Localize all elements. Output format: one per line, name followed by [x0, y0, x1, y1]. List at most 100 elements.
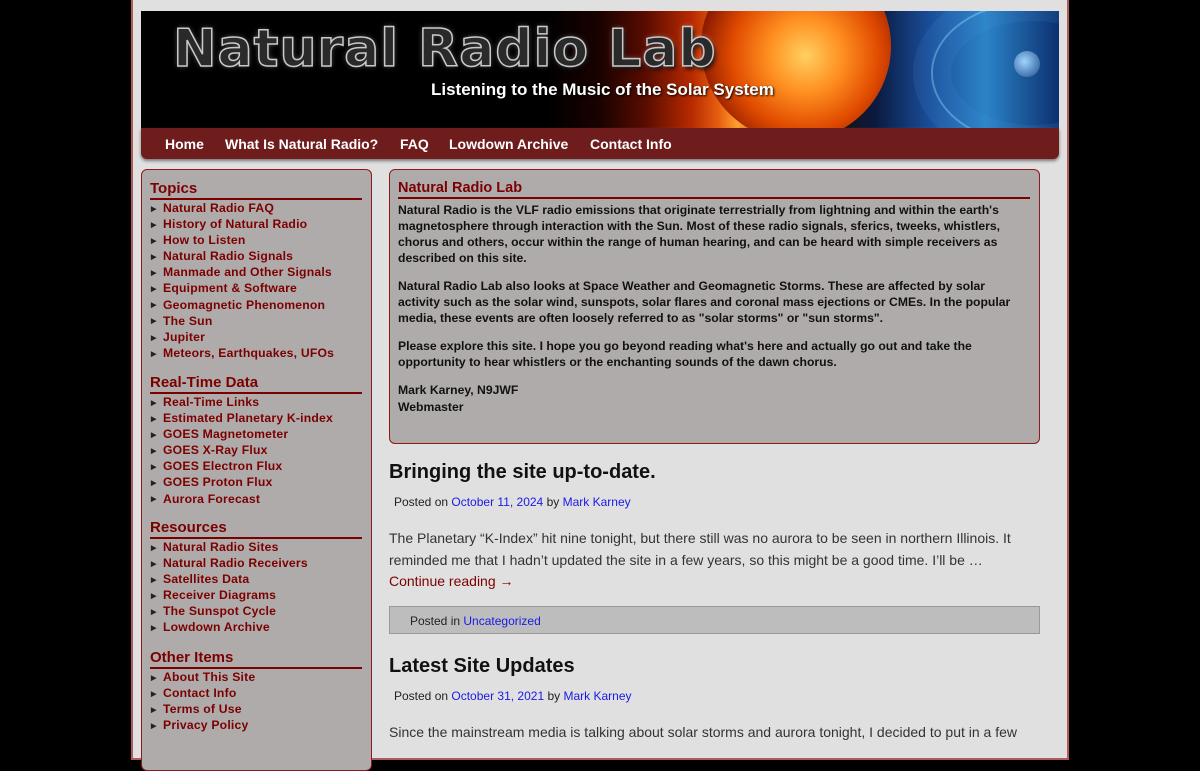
post-title[interactable]: Bringing the site up-to-date.	[389, 461, 656, 484]
post-author-link[interactable]: Mark Karney	[564, 689, 632, 703]
earth-graphic	[1014, 51, 1040, 77]
sidebar-item-goes-proton[interactable]: ▶ GOES Proton Flux	[151, 475, 333, 491]
intro-box: Natural Radio Lab Natural Radio is the V…	[389, 169, 1040, 444]
post-excerpt: Since the mainstream media is talking ab…	[389, 724, 1018, 740]
bullet-icon: ▶	[151, 560, 157, 568]
post-excerpt: The Planetary “K-Index” hit nine tonight…	[389, 530, 1011, 568]
bullet-icon: ▶	[151, 674, 157, 682]
nav-home[interactable]: Home	[165, 136, 204, 152]
sidebar-item-how-to-listen[interactable]: ▶ How to Listen	[151, 233, 334, 249]
realtime-list: ▶ Real-Time Links ▶ Estimated Planetary K-…	[151, 395, 333, 508]
bullet-icon: ▶	[151, 318, 157, 326]
sidebar-item-about[interactable]: ▶ About This Site	[151, 670, 255, 686]
bullet-icon: ▶	[151, 480, 157, 488]
bullet-icon: ▶	[151, 270, 157, 278]
signature-role: Webmaster	[398, 400, 464, 414]
site-tagline: Listening to the Music of the Solar Syst…	[431, 80, 774, 99]
bullet-icon: ▶	[151, 609, 157, 617]
other-items-list: ▶ About This Site ▶ Contact Info ▶ Terms of…	[151, 670, 255, 734]
bullet-icon: ▶	[151, 237, 157, 245]
post-category: Posted in Uncategorized	[410, 614, 541, 628]
sidebar-item-goes-electron[interactable]: ▶ GOES Electron Flux	[151, 459, 333, 475]
bullet-icon: ▶	[151, 448, 157, 456]
bullet-icon: ▶	[151, 286, 157, 294]
sidebar-item-jupiter[interactable]: ▶ Jupiter	[151, 330, 334, 346]
nav-contact-info[interactable]: Contact Info	[590, 136, 672, 152]
sidebar-item-terms[interactable]: ▶ Terms of Use	[151, 702, 255, 718]
sidebar-item-the-sun[interactable]: ▶ The Sun	[151, 314, 334, 330]
bullet-icon: ▶	[151, 706, 157, 714]
magnetosphere-graphic	[931, 11, 1059, 128]
bullet-icon: ▶	[151, 302, 157, 310]
sidebar-heading-realtime: Real-Time Data	[150, 374, 362, 394]
sidebar: Topics ▶ Natural Radio FAQ ▶ History of Na…	[141, 169, 372, 771]
main-navigation: Home What Is Natural Radio? FAQ Lowdown …	[141, 128, 1059, 159]
intro-title: Natural Radio Lab	[398, 180, 1030, 199]
bullet-icon: ▶	[151, 431, 157, 439]
nav-faq[interactable]: FAQ	[400, 136, 429, 152]
post-meta: Posted on October 31, 2021 by Mark Karne…	[394, 689, 632, 703]
nav-what-is-natural-radio[interactable]: What Is Natural Radio?	[225, 136, 378, 152]
signature-name: Mark Karney, N9JWF	[398, 383, 519, 397]
site-title[interactable]: Natural Radio Lab	[172, 18, 717, 80]
post-author-link[interactable]: Mark Karney	[563, 495, 631, 509]
category-link[interactable]: Uncategorized	[463, 614, 540, 628]
sidebar-item-aurora-forecast[interactable]: ▶ Aurora Forecast	[151, 492, 333, 508]
sidebar-item-satellites-data[interactable]: ▶ Satellites Data	[151, 572, 308, 588]
post-date-link[interactable]: October 11, 2024	[451, 495, 543, 509]
sidebar-item-natural-radio-faq[interactable]: ▶ Natural Radio FAQ	[151, 201, 334, 217]
sidebar-item-goes-xray[interactable]: ▶ GOES X-Ray Flux	[151, 443, 333, 459]
sun-graphic	[701, 11, 891, 128]
intro-paragraph-2: Natural Radio Lab also looks at Space We…	[398, 279, 1011, 325]
bullet-icon: ▶	[151, 399, 157, 407]
resources-list: ▶ Natural Radio Sites ▶ Natural Radio Rece…	[151, 540, 308, 637]
post-title[interactable]: Latest Site Updates	[389, 655, 575, 678]
bullet-icon: ▶	[151, 334, 157, 342]
nav-lowdown-archive[interactable]: Lowdown Archive	[449, 136, 568, 152]
bullet-icon: ▶	[151, 690, 157, 698]
sidebar-item-geomagnetic[interactable]: ▶ Geomagnetic Phenomenon	[151, 298, 334, 314]
sidebar-heading-other: Other Items	[150, 649, 362, 669]
sidebar-heading-topics: Topics	[150, 180, 362, 200]
bullet-icon: ▶	[151, 254, 157, 262]
sidebar-item-history[interactable]: ▶ History of Natural Radio	[151, 217, 334, 233]
by-label: by	[547, 689, 561, 703]
sidebar-item-equipment[interactable]: ▶ Equipment & Software	[151, 281, 334, 297]
sidebar-item-privacy[interactable]: ▶ Privacy Policy	[151, 718, 255, 734]
bullet-icon: ▶	[151, 350, 157, 358]
topics-list: ▶ Natural Radio FAQ ▶ History of Natural R…	[151, 201, 334, 362]
bullet-icon: ▶	[151, 544, 157, 552]
bullet-icon: ▶	[151, 576, 157, 584]
sidebar-item-k-index[interactable]: ▶ Estimated Planetary K-index	[151, 411, 333, 427]
bullet-icon: ▶	[151, 464, 157, 472]
sidebar-item-meteors[interactable]: ▶ Meteors, Earthquakes, UFOs	[151, 346, 334, 362]
intro-paragraph-1: Natural Radio is the VLF radio emissions…	[398, 203, 1001, 265]
intro-paragraph-3: Please explore this site. I hope you go …	[398, 339, 972, 369]
sidebar-item-radio-sites[interactable]: ▶ Natural Radio Sites	[151, 540, 308, 556]
bullet-icon: ▶	[151, 625, 157, 633]
bullet-icon: ▶	[151, 593, 157, 601]
sidebar-item-contact[interactable]: ▶ Contact Info	[151, 686, 255, 702]
by-label: by	[546, 495, 560, 509]
sidebar-item-radio-receivers[interactable]: ▶ Natural Radio Receivers	[151, 556, 308, 572]
sidebar-item-signals[interactable]: ▶ Natural Radio Signals	[151, 249, 334, 265]
sidebar-item-goes-magnetometer[interactable]: ▶ GOES Magnetometer	[151, 427, 333, 443]
sidebar-item-manmade-signals[interactable]: ▶ Manmade and Other Signals	[151, 265, 334, 281]
post-meta: Posted on October 11, 2024 by Mark Karne…	[394, 495, 631, 509]
site-banner[interactable]: Natural Radio Lab Listening to the Music…	[141, 11, 1059, 128]
posted-on-label: Posted on	[394, 495, 449, 509]
bullet-icon: ▶	[151, 415, 157, 423]
sidebar-item-realtime-links[interactable]: ▶ Real-Time Links	[151, 395, 333, 411]
post-date-link[interactable]: October 31, 2021	[451, 689, 544, 703]
bullet-icon: ▶	[151, 496, 157, 504]
bullet-icon: ▶	[151, 221, 157, 229]
sidebar-heading-resources: Resources	[150, 519, 362, 539]
sidebar-item-lowdown-archive[interactable]: ▶ Lowdown Archive	[151, 620, 308, 636]
continue-reading-link[interactable]: Continue reading →	[389, 573, 514, 589]
posted-in-label: Posted in	[410, 614, 461, 628]
post-category-bar: Posted in Uncategorized	[389, 606, 1040, 634]
bullet-icon: ▶	[151, 205, 157, 213]
posted-on-label: Posted on	[394, 689, 449, 703]
sidebar-item-sunspot-cycle[interactable]: ▶ The Sunspot Cycle	[151, 604, 308, 620]
sidebar-item-receiver-diagrams[interactable]: ▶ Receiver Diagrams	[151, 588, 308, 604]
